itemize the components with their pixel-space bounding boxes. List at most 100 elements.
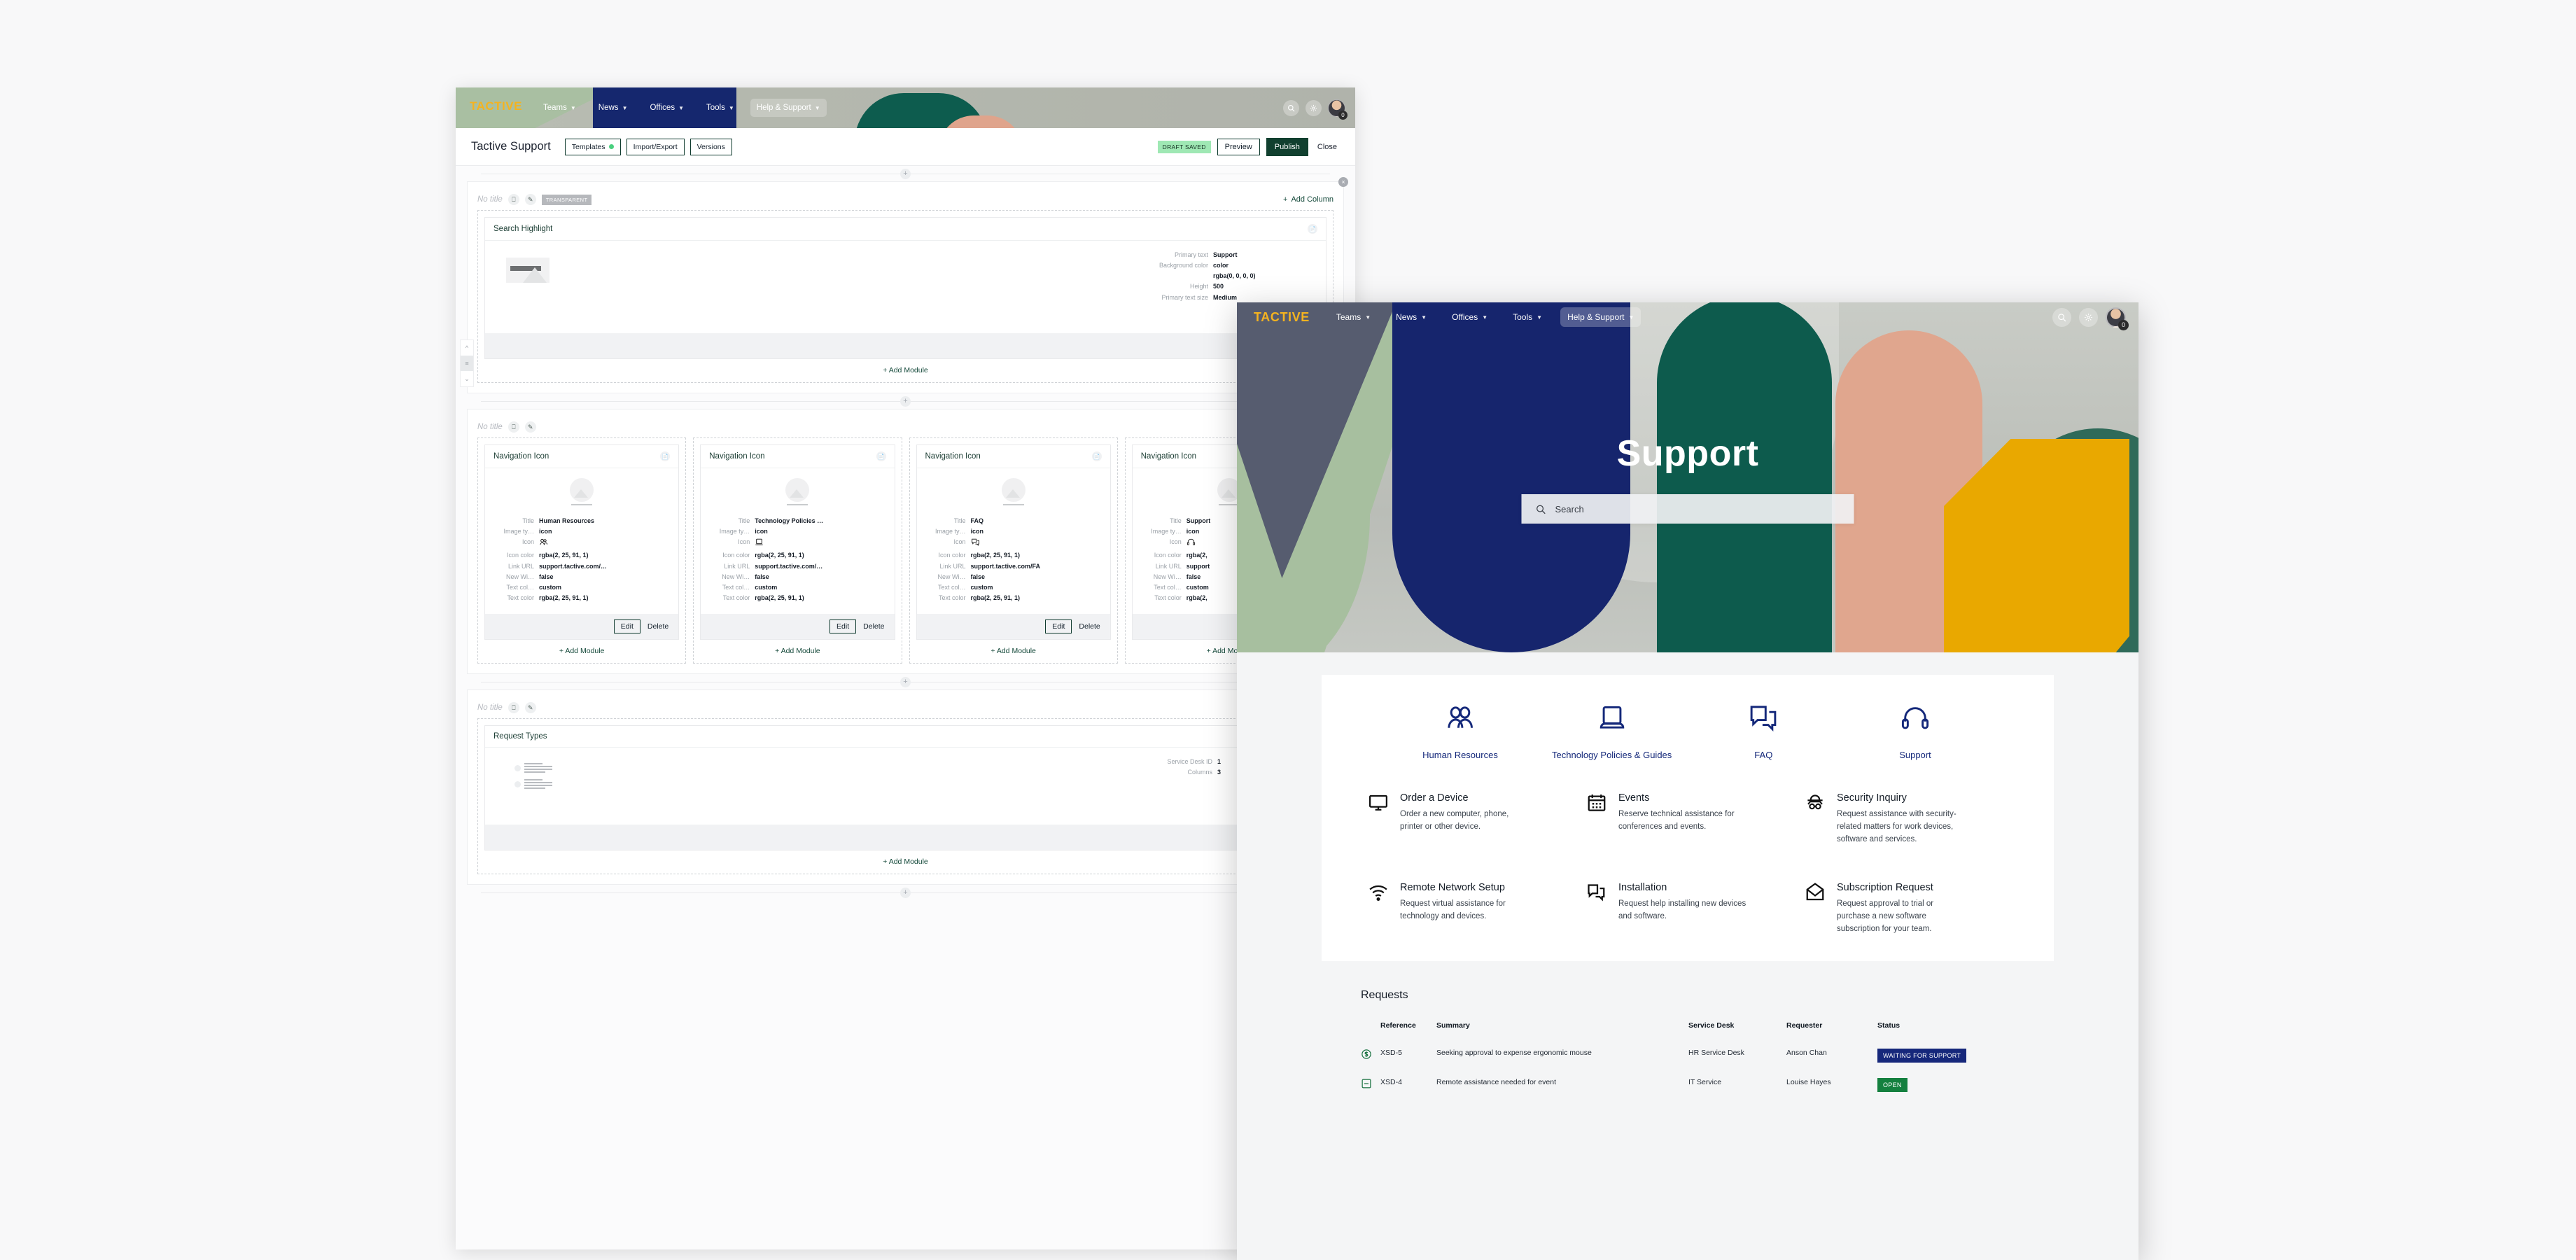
avatar[interactable]: 0 [2106, 307, 2129, 330]
property-key: Title [522, 517, 534, 524]
property-value: icon [970, 528, 984, 536]
add-row-icon[interactable]: + [900, 887, 911, 898]
hero-search-bar[interactable]: Search [1521, 494, 1854, 524]
request-type-security-inquiry[interactable]: Security Inquiry Request assistance with… [1805, 792, 2008, 846]
add-column-button[interactable]: + Add Column [1283, 195, 1334, 204]
hero-shape-teal [1657, 302, 1832, 652]
status-badge: WAITING FOR SUPPORT [1877, 1048, 1967, 1063]
publish-button[interactable]: Publish [1266, 137, 1308, 156]
edit-button[interactable]: Edit [613, 620, 640, 634]
add-module-label: Add Module [888, 366, 928, 374]
section-drag-rail[interactable]: ^ ≡ ⌄ [460, 340, 474, 387]
nav-icon-faq[interactable]: FAQ [1693, 703, 1833, 760]
edit-button[interactable]: Edit [1045, 620, 1072, 634]
section-title[interactable]: No title [477, 195, 503, 204]
avatar[interactable]: 0 [1328, 99, 1348, 120]
add-row-icon[interactable]: + [900, 168, 911, 179]
add-module-button[interactable]: + Add Module [484, 640, 679, 657]
add-row-icon[interactable]: + [900, 396, 911, 407]
request-type-events[interactable]: Events Reserve technical assistance for … [1586, 792, 1789, 846]
preview-nav-item-help-support[interactable]: Help & Support ▼ [1560, 307, 1642, 327]
duplicate-icon[interactable]: 📄 [660, 451, 671, 461]
request-type-order-a-device[interactable]: Order a Device Order a new computer, pho… [1368, 792, 1571, 846]
close-icon[interactable]: × [1338, 177, 1348, 187]
drag-handle-icon[interactable]: ≡ [461, 356, 473, 371]
request-type-desc: Order a new computer, phone, printer or … [1400, 810, 1509, 831]
property-row: Background color color [1135, 261, 1317, 270]
editor-nav-item-news[interactable]: News ▼ [592, 99, 634, 117]
versions-button[interactable]: Versions [690, 138, 732, 155]
add-row-icon[interactable]: + [900, 676, 911, 687]
chevron-down-icon: ▼ [1628, 314, 1634, 321]
preview-nav-item-news[interactable]: News ▼ [1389, 307, 1434, 327]
nav-icon-human-resources[interactable]: Human Resources [1390, 703, 1530, 760]
row-divider-bottom[interactable]: + [456, 885, 1355, 900]
editor-nav-item-offices[interactable]: Offices ▼ [643, 99, 690, 117]
delete-button[interactable]: Delete [646, 620, 670, 633]
module-navigation-icon[interactable]: Navigation Icon 📄 Title Human Resources I… [484, 444, 680, 640]
edit-pencil-icon[interactable]: ✎ [524, 421, 536, 433]
module-properties: Title Human Resources Image ty… icon Icon … [493, 517, 670, 604]
nav-icon-technology-policies[interactable]: Technology Policies & Guides [1542, 703, 1682, 760]
module-navigation-icon[interactable]: Navigation Icon 📄 Title FAQ Image ty… icon… [916, 444, 1111, 640]
duplicate-icon[interactable]: 📄 [1308, 224, 1317, 234]
preview-nav-item-teams[interactable]: Teams ▼ [1329, 307, 1378, 327]
chat-icon [1748, 703, 1779, 737]
move-up-icon[interactable]: ^ [461, 340, 473, 356]
duplicate-icon[interactable]: 📄 [1091, 451, 1102, 461]
section-title[interactable]: No title [477, 704, 503, 712]
module-title: Navigation Icon [493, 452, 550, 461]
editor-nav-logo[interactable]: TACTIVE [470, 99, 522, 113]
add-module-button[interactable]: + Add Module [484, 850, 1326, 867]
property-row: Image ty… icon [709, 527, 886, 536]
preview-nav-item-offices[interactable]: Offices ▼ [1445, 307, 1494, 327]
add-module-button[interactable]: + Add Module [700, 640, 895, 657]
delete-button[interactable]: Delete [1077, 620, 1101, 633]
move-down-icon[interactable]: ⌄ [461, 371, 473, 386]
nav-icon-support[interactable]: Support [1845, 703, 1985, 760]
import-export-button[interactable]: Import/Export [626, 138, 685, 155]
lock-icon[interactable]: ⎕ [507, 702, 519, 714]
request-type-remote-network-setup[interactable]: Remote Network Setup Request virtual ass… [1368, 882, 1571, 935]
lock-icon[interactable]: ⎕ [507, 421, 519, 433]
edit-button[interactable]: Edit [830, 620, 857, 634]
search-icon[interactable] [2052, 307, 2071, 327]
gear-icon[interactable] [1306, 99, 1322, 116]
row-divider-top[interactable]: + [456, 166, 1355, 181]
preview-nav-logo[interactable]: TACTIVE [1254, 310, 1310, 325]
edit-pencil-icon[interactable]: ✎ [524, 702, 536, 714]
table-row[interactable]: XSD-5 Seeking approval to expense ergono… [1361, 1041, 2015, 1070]
module-thumbnail [570, 478, 594, 502]
search-icon[interactable] [1283, 99, 1299, 116]
request-type-installation[interactable]: Installation Request help installing new… [1586, 882, 1789, 935]
row-divider[interactable]: + [456, 674, 1355, 690]
row-type-icon [1361, 1070, 1380, 1100]
add-module-button[interactable]: + Add Module [484, 359, 1326, 376]
preview-nav-item-tools[interactable]: Tools ▼ [1506, 307, 1549, 327]
delete-button[interactable]: Delete [862, 620, 886, 633]
close-button[interactable]: Close [1315, 139, 1340, 155]
chevron-down-icon: ▼ [622, 104, 628, 111]
row-divider[interactable]: + [456, 393, 1355, 409]
thumbnail-row [514, 763, 552, 774]
editor-nav-item-tools[interactable]: Tools ▼ [700, 99, 741, 117]
preview-button[interactable]: Preview [1217, 138, 1260, 155]
editor-nav-item-teams[interactable]: Teams ▼ [537, 99, 582, 117]
table-row[interactable]: XSD-4 Remote assistance needed for event… [1361, 1070, 2015, 1100]
editor-nav-item-help-support[interactable]: Help & Support ▼ [750, 99, 827, 117]
add-module-button[interactable]: + Add Module [916, 640, 1111, 657]
section-title[interactable]: No title [477, 423, 503, 431]
templates-button[interactable]: Templates [564, 138, 621, 155]
gear-icon[interactable] [2079, 307, 2098, 327]
duplicate-icon[interactable]: 📄 [876, 451, 886, 461]
module-navigation-icon[interactable]: Navigation Icon 📄 Title Technology Polici… [700, 444, 895, 640]
request-type-subscription-request[interactable]: Subscription Request Request approval to… [1805, 882, 2008, 935]
module-search-highlight[interactable]: Search Highlight 📄 Primary text Support [484, 217, 1326, 359]
property-key: Columns [1187, 769, 1212, 776]
editor-toolbar-actions: DRAFT SAVED Preview Publish Close [1157, 137, 1340, 156]
module-request-types[interactable]: Request Types Service Desk ID 1 Columns … [484, 725, 1326, 851]
lock-icon[interactable]: ⎕ [507, 194, 519, 205]
draft-saved-badge: DRAFT SAVED [1157, 140, 1211, 153]
property-key: Link URL [1155, 562, 1182, 570]
edit-pencil-icon[interactable]: ✎ [524, 194, 536, 205]
